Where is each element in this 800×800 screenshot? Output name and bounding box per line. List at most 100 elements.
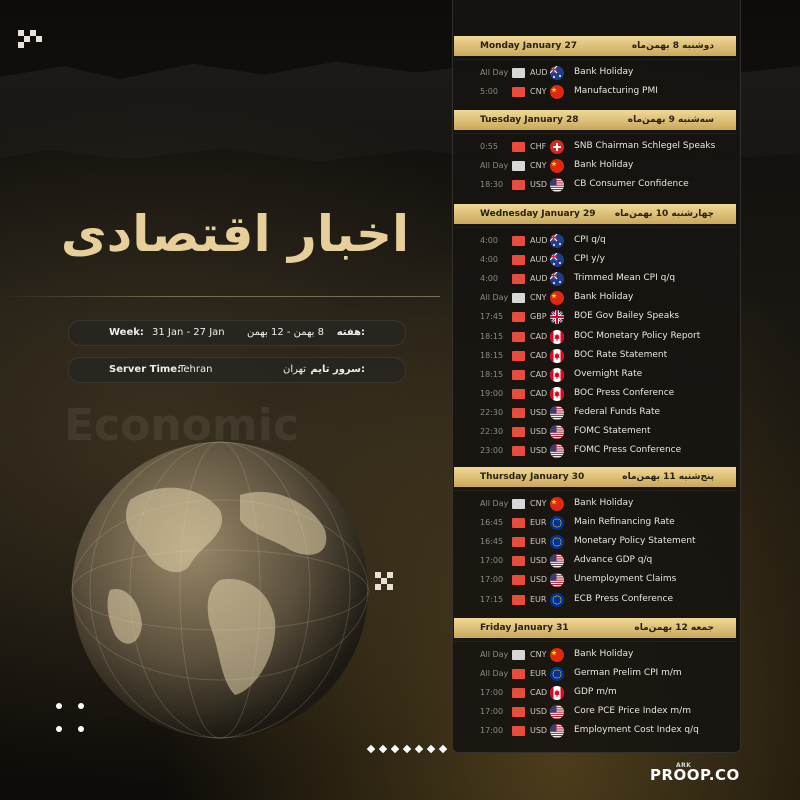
event-row: 17:00 USD Core PCE Price Index m/m: [454, 703, 736, 721]
day-label-en: Wednesday January 29: [480, 209, 596, 219]
event-currency: CAD: [530, 388, 548, 398]
ca-flag-icon: [550, 367, 564, 382]
event-currency: CHF: [530, 142, 547, 151]
day-label-en: Friday January 31: [480, 623, 569, 633]
decor-dot-icon: [78, 726, 84, 732]
event-title: CB Consumer Confidence: [574, 179, 689, 190]
impact-folder-icon: [512, 537, 525, 548]
brand-mark-icon: [18, 30, 42, 48]
event-currency: CAD: [530, 688, 548, 698]
event-title: Advance GDP q/q: [574, 555, 653, 566]
impact-folder-icon: [512, 293, 525, 304]
week-label-fa: هفته:: [336, 327, 365, 338]
event-time: 4:00: [480, 274, 498, 284]
event-time: All Day: [480, 669, 509, 679]
event-title: GDP m/m: [574, 687, 617, 698]
event-row: 17:00 USD Unemployment Claims: [454, 571, 736, 589]
event-currency: USD: [530, 556, 548, 566]
event-time: 17:00: [480, 556, 504, 566]
decor-dot-icon: [56, 726, 62, 732]
au-flag-icon: [550, 66, 564, 80]
event-row: All Day CNY Bank Holiday: [454, 289, 736, 307]
event-time: 17:00: [480, 707, 504, 717]
impact-folder-icon: [512, 274, 525, 285]
event-time: 17:00: [480, 575, 504, 585]
event-time: All Day: [480, 293, 509, 303]
event-currency: AUD: [530, 236, 548, 245]
event-time: All Day: [480, 499, 509, 508]
event-currency: CAD: [530, 350, 548, 360]
week-range-en: 31 Jan - 27 Jan: [152, 327, 225, 338]
event-time: All Day: [480, 161, 509, 171]
event-row: 17:45 GBP BOE Gov Bailey Speaks: [454, 308, 736, 326]
event-title: Employment Cost Index q/q: [574, 725, 699, 736]
event-title: ECB Press Conference: [574, 593, 673, 604]
event-time: 4:00: [480, 236, 498, 245]
week-info: Week: 31 Jan - 27 Jan 8 بهمن - 12 بهمن ه…: [68, 320, 406, 346]
day-separator: [454, 133, 736, 134]
event-row: All Day CNY Bank Holiday: [454, 646, 736, 664]
impact-folder-icon: [512, 650, 525, 660]
event-time: 19:00: [480, 388, 504, 398]
day-separator: [454, 59, 736, 60]
cn-flag-icon: [550, 497, 564, 511]
event-title: Federal Funds Rate: [574, 406, 661, 417]
cn-flag-icon: [550, 159, 564, 174]
impact-folder-icon: [512, 446, 525, 457]
impact-folder-icon: [512, 688, 525, 699]
event-title: BOE Gov Bailey Speaks: [574, 311, 680, 322]
event-title: BOC Rate Statement: [574, 349, 668, 360]
event-title: FOMC Press Conference: [574, 445, 682, 456]
impact-folder-icon: [512, 369, 525, 380]
us-flag-icon: [550, 178, 564, 193]
server-label-en: Server Time:: [109, 364, 182, 375]
day-label-en: Thursday January 30: [480, 472, 585, 482]
event-row: All Day EUR German Prelim CPI m/m: [454, 665, 736, 683]
event-currency: USD: [530, 180, 548, 190]
event-currency: USD: [530, 726, 548, 736]
day-label-fa: جمعه 12 بهمن‌ماه: [634, 623, 714, 633]
event-currency: EUR: [530, 537, 547, 547]
page-title: اخبار اقتصادی: [60, 205, 410, 263]
impact-folder-icon: [512, 388, 525, 399]
impact-folder-icon: [512, 726, 525, 737]
us-flag-icon: [550, 705, 564, 720]
au-flag-icon: [550, 234, 564, 248]
impact-folder-icon: [512, 255, 525, 266]
event-time: All Day: [480, 650, 509, 659]
event-time: All Day: [480, 68, 509, 77]
event-title: Monetary Policy Statement: [574, 536, 696, 547]
event-row: 18:15 CAD BOC Monetary Policy Report: [454, 328, 736, 346]
event-row: 18:30 USD CB Consumer Confidence: [454, 176, 736, 194]
event-row: 22:30 USD Federal Funds Rate: [454, 404, 736, 422]
event-currency: AUD: [530, 68, 548, 77]
server-value-fa: تهران: [283, 364, 307, 375]
event-currency: EUR: [530, 518, 547, 528]
us-flag-icon: [550, 573, 564, 588]
gb-flag-icon: [550, 310, 564, 325]
day-label-en: Tuesday January 28: [480, 115, 579, 125]
event-row: 4:00 AUD CPI y/y: [454, 251, 736, 269]
event-currency: CNY: [530, 499, 547, 508]
day-separator: [454, 490, 736, 491]
server-value-en: Tehran: [179, 364, 213, 375]
server-label-fa: سرور تایم:: [310, 364, 365, 375]
event-currency: GBP: [530, 312, 547, 322]
event-time: 17:00: [480, 688, 504, 698]
day-header: Wednesday January 29 چهارشنبه 10 بهمن‌ماه: [454, 204, 736, 224]
decor-dot-icon: [78, 703, 84, 709]
event-row: 18:15 CAD BOC Rate Statement: [454, 347, 736, 365]
day-label-fa: چهارشنبه 10 بهمن‌ماه: [614, 209, 714, 219]
impact-folder-icon: [512, 407, 525, 418]
brand-prefix: ARK: [676, 762, 692, 769]
au-flag-icon: [550, 272, 564, 287]
impact-folder-icon: [512, 707, 525, 718]
event-currency: CNY: [530, 161, 547, 171]
event-title: Core PCE Price Index m/m: [574, 706, 691, 717]
event-title: Trimmed Mean CPI q/q: [574, 273, 676, 284]
week-label-en: Week:: [109, 327, 144, 338]
event-row: 17:15 EUR ECB Press Conference: [454, 591, 736, 609]
event-title: FOMC Statement: [574, 426, 651, 436]
ca-flag-icon: [550, 348, 564, 363]
event-row: 17:00 USD Employment Cost Index q/q: [454, 722, 736, 740]
